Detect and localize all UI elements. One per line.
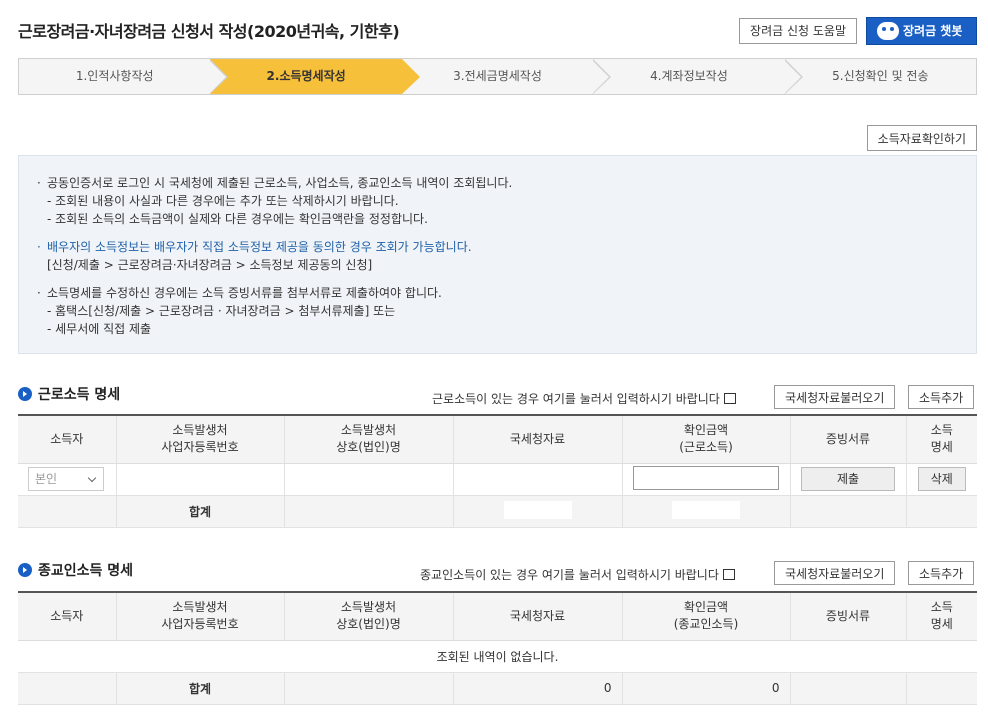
notice-text: - 조회된 내용이 사실과 다른 경우에는 추가 또는 삭제하시기 바랍니다. (47, 194, 399, 208)
notice-box: 공동인증서로 로그인 시 국세청에 제출된 근로소득, 사업소득, 종교인소득 … (18, 155, 977, 354)
hint-text: 종교인소득이 있는 경우 여기를 눌러서 입력하시기 바랍니다 (420, 568, 719, 582)
total-label: 합계 (115, 672, 284, 705)
col-header: 소득 명세 (905, 415, 977, 464)
delete-row-button[interactable]: 삭제 (917, 467, 966, 491)
religious-load-nts-button[interactable]: 국세청자료불러오기 (774, 561, 896, 585)
col-header: 소득발생처 상호(법인)명 (283, 415, 453, 464)
step-1: 1.인적사항작성 (19, 59, 229, 94)
col-header: 소득발생처 상호(법인)명 (283, 592, 453, 641)
notice-text: [신청/제출 > 근로장려금·자녀장려금 > 소득정보 제공동의 신청] (47, 258, 373, 272)
bizno-cell (115, 463, 284, 496)
person-select[interactable]: 본인 (28, 467, 104, 491)
col-header: 확인금액 (근로소득) (621, 415, 790, 464)
total-cell (283, 672, 453, 705)
total-cell (905, 495, 977, 528)
notice-text: 공동인증서로 로그인 시 국세청에 제출된 근로소득, 사업소득, 종교인소득 … (47, 174, 956, 192)
step-4: 4.계좌정보작성 (593, 59, 803, 94)
section-title-text: 종교인소득 명세 (38, 563, 134, 579)
total-confirm-value: 0 (621, 672, 790, 705)
step-5: 5.신청확인 및 전송 (785, 59, 976, 94)
page-title: 근로장려금·자녀장려금 신청서 작성(2020년귀속, 기한후) (18, 22, 400, 41)
total-label: 합계 (115, 495, 284, 528)
step-progress: 1.인적사항작성 2.소득명세작성 3.전세금명세작성 4.계좌정보작성 5.신… (18, 58, 977, 95)
empty-message: 조회된 내역이 없습니다. (18, 640, 977, 673)
col-header: 증빙서류 (789, 415, 906, 464)
notice-text: - 홈택스[신청/제출 > 근로장려금 · 자녀장려금 > 첨부서류제출] 또는 (47, 304, 396, 318)
step-arrow (400, 59, 420, 94)
step-arrow (783, 59, 803, 94)
confirm-amount-input[interactable] (633, 465, 779, 490)
col-header: 국세청자료 (452, 592, 622, 641)
step-label: 4.계좌정보작성 (650, 69, 728, 83)
chatbot-button[interactable]: 장려금 챗봇 (866, 17, 977, 45)
religious-section-title: 종교인소득 명세 (18, 560, 133, 580)
section-bullet-icon (18, 387, 32, 401)
col-header: 소득발생처 사업자등록번호 (115, 415, 284, 464)
total-cell (18, 672, 116, 705)
nts-cell (452, 463, 622, 496)
earned-income-table: 소득자 소득발생처 사업자등록번호 소득발생처 상호(법인)명 국세청자료 확인… (18, 414, 977, 528)
confirm-income-button[interactable]: 소득자료확인하기 (866, 125, 977, 151)
hint-text: 근로소득이 있는 경우 여기를 눌러서 입력하시기 바랍니다 (432, 392, 720, 406)
header: 근로장려금·자녀장려금 신청서 작성(2020년귀속, 기한후) 장려금 신청 … (18, 16, 977, 46)
detail-cell: 삭제 (905, 463, 977, 496)
evidence-cell: 제출 (789, 463, 906, 496)
total-row: 합계 (18, 495, 977, 528)
evidence-submit-button[interactable]: 제출 (801, 467, 895, 491)
empty-row: 조회된 내역이 없습니다. (18, 640, 977, 673)
step-label: 5.신청확인 및 전송 (832, 69, 929, 83)
total-confirm-value (672, 500, 740, 519)
earned-load-nts-button[interactable]: 국세청자료불러오기 (774, 385, 896, 409)
col-header: 소득자 (18, 592, 116, 641)
confirm-amount-cell (621, 463, 790, 496)
pointer-icon (723, 393, 736, 404)
table-row: 본인 제출 삭제 (18, 463, 977, 496)
notice-text: 소득명세를 수정하신 경우에는 소득 증빙서류를 첨부서류로 제출하여야 합니다… (47, 284, 956, 302)
total-nts-cell (452, 495, 622, 528)
chatbot-label: 장려금 챗봇 (903, 24, 963, 38)
total-row: 합계 0 0 (18, 672, 977, 705)
col-header: 소득발생처 사업자등록번호 (115, 592, 284, 641)
total-cell (789, 672, 906, 705)
pointer-icon (722, 569, 735, 580)
col-header: 증빙서류 (789, 592, 906, 641)
total-cell (905, 672, 977, 705)
step-arrow (209, 59, 229, 94)
step-label: 3.전세금명세작성 (453, 69, 542, 83)
step-label: 1.인적사항작성 (75, 69, 154, 83)
step-2: 2.소득명세작성 (210, 59, 420, 94)
earned-hint[interactable]: 근로소득이 있는 경우 여기를 눌러서 입력하시기 바랍니다 (432, 390, 736, 407)
total-confirm-cell (621, 495, 790, 528)
person-cell: 본인 (18, 463, 116, 496)
chatbot-icon (877, 22, 899, 40)
section-bullet-icon (18, 563, 32, 577)
step-arrow (592, 59, 612, 94)
total-cell (789, 495, 906, 528)
total-cell (283, 495, 453, 528)
col-header: 소득 명세 (905, 592, 977, 641)
total-nts-value: 0 (452, 672, 622, 705)
notice-text: 배우자의 소득정보는 배우자가 직접 소득정보 제공을 동의한 경우 조회가 가… (47, 238, 956, 256)
total-nts-value (503, 500, 572, 519)
table-header-row: 소득자 소득발생처 사업자등록번호 소득발생처 상호(법인)명 국세청자료 확인… (18, 415, 977, 464)
step-label: 2.소득명세작성 (266, 69, 346, 83)
earned-section-title: 근로소득 명세 (18, 384, 120, 404)
total-cell (18, 495, 116, 528)
religious-income-table: 소득자 소득발생처 사업자등록번호 소득발생처 상호(법인)명 국세청자료 확인… (18, 591, 977, 705)
religious-hint[interactable]: 종교인소득이 있는 경우 여기를 눌러서 입력하시기 바랍니다 (420, 566, 735, 583)
notice-text: - 세무서에 직접 제출 (47, 322, 152, 336)
notice-text: - 조회된 소득의 소득금액이 실제와 다른 경우에는 확인금액란을 정정합니다… (47, 212, 428, 226)
help-button[interactable]: 장려금 신청 도움말 (739, 18, 857, 44)
col-header: 소득자 (18, 415, 116, 464)
col-header: 확인금액 (종교인소득) (621, 592, 790, 641)
company-cell (283, 463, 453, 496)
step-3: 3.전세금명세작성 (402, 59, 612, 94)
col-header: 국세청자료 (452, 415, 622, 464)
religious-add-income-button[interactable]: 소득추가 (908, 561, 975, 585)
table-header-row: 소득자 소득발생처 사업자등록번호 소득발생처 상호(법인)명 국세청자료 확인… (18, 592, 977, 641)
section-title-text: 근로소득 명세 (38, 387, 121, 403)
earned-add-income-button[interactable]: 소득추가 (908, 385, 975, 409)
